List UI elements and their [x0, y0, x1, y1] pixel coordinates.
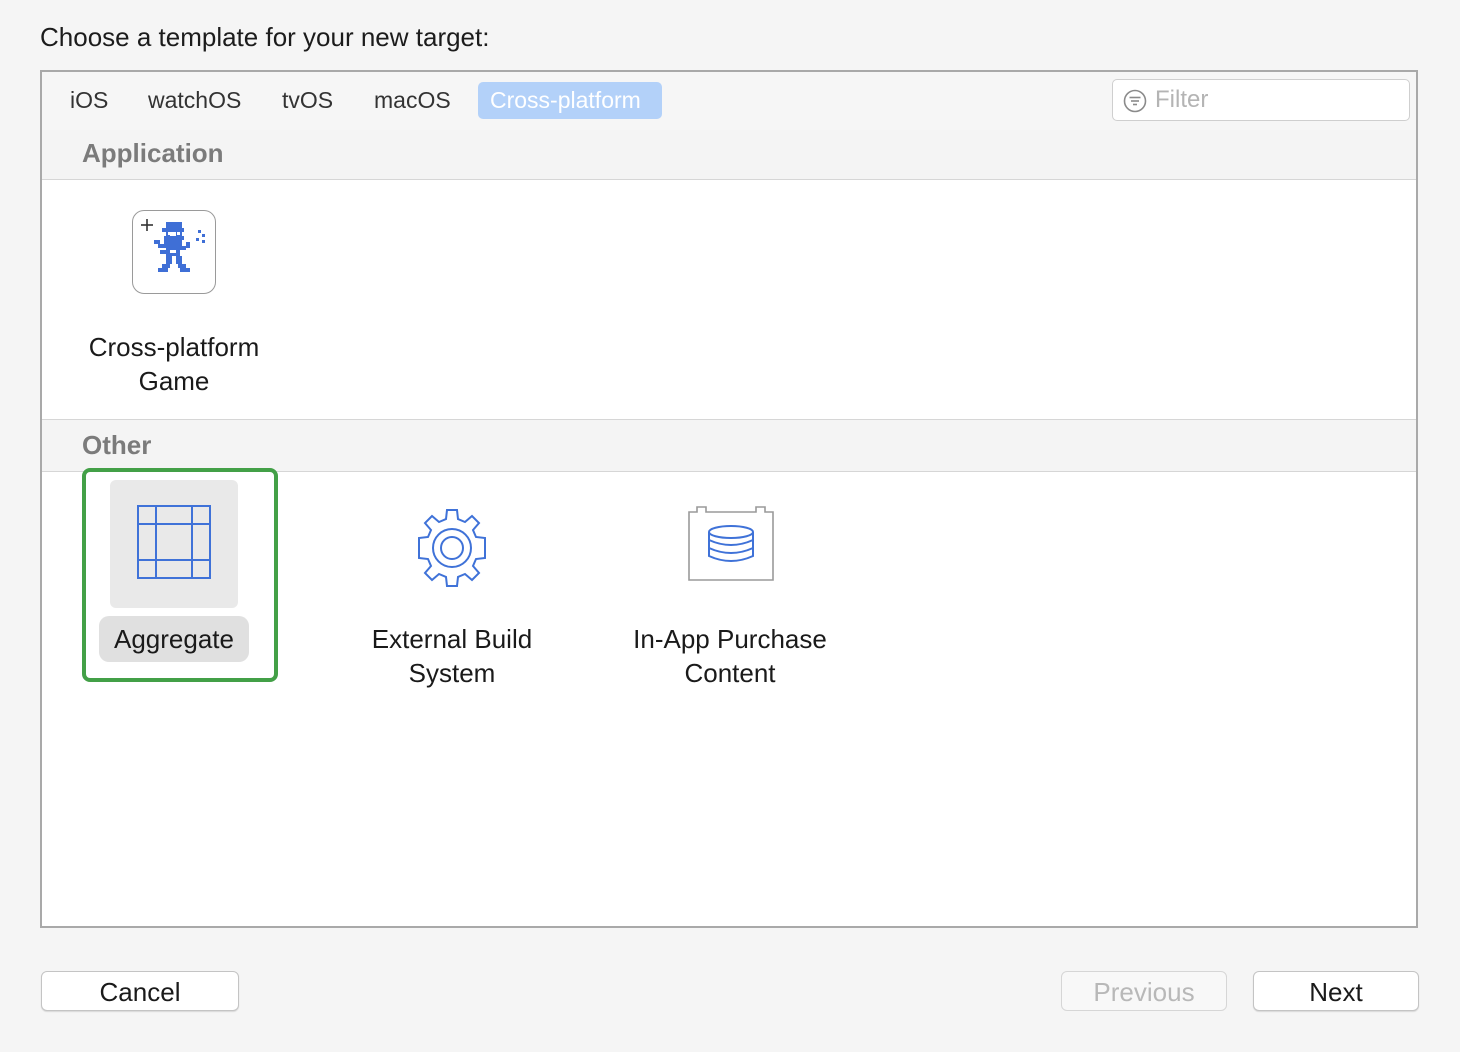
filter-field[interactable] [1112, 79, 1410, 121]
template-external-build-system[interactable]: External Build System [342, 480, 562, 690]
template-label-line1: Cross-platform [88, 332, 260, 362]
template-label-line1: External Build [371, 624, 533, 654]
template-label-line2: Game [138, 366, 210, 396]
filter-input[interactable] [1155, 84, 1395, 116]
section-title: Other [82, 430, 152, 460]
previous-button[interactable]: Previous [1061, 971, 1227, 1011]
next-button[interactable]: Next [1253, 971, 1419, 1011]
dialog-heading: Choose a template for your new target: [40, 22, 490, 52]
template-label-line2: Content [684, 658, 776, 688]
game-sprite-icon [132, 210, 216, 294]
tab-watchos[interactable]: watchOS [136, 82, 253, 119]
selection-highlight-frame [82, 468, 278, 682]
section-header-other: Other [42, 420, 1416, 472]
template-label-line2: System [408, 658, 496, 688]
template-in-app-purchase-content[interactable]: In-App Purchase Content [620, 480, 840, 690]
template-browser: iOS watchOS tvOS macOS Cross-platform Ap… [40, 70, 1418, 928]
section-header-application: Application [42, 130, 1416, 180]
platform-tab-bar: iOS watchOS tvOS macOS Cross-platform [42, 72, 1416, 131]
cancel-button[interactable]: Cancel [41, 971, 239, 1011]
tab-ios[interactable]: iOS [58, 82, 120, 119]
gear-icon [418, 509, 486, 587]
filter-icon [1123, 89, 1147, 113]
database-box-icon [688, 506, 774, 581]
tab-macos[interactable]: macOS [362, 82, 463, 119]
tab-tvos[interactable]: tvOS [270, 82, 345, 119]
section-title: Application [82, 138, 224, 168]
tab-cross-platform[interactable]: Cross-platform [478, 82, 662, 119]
template-label-line1: In-App Purchase [633, 624, 827, 654]
